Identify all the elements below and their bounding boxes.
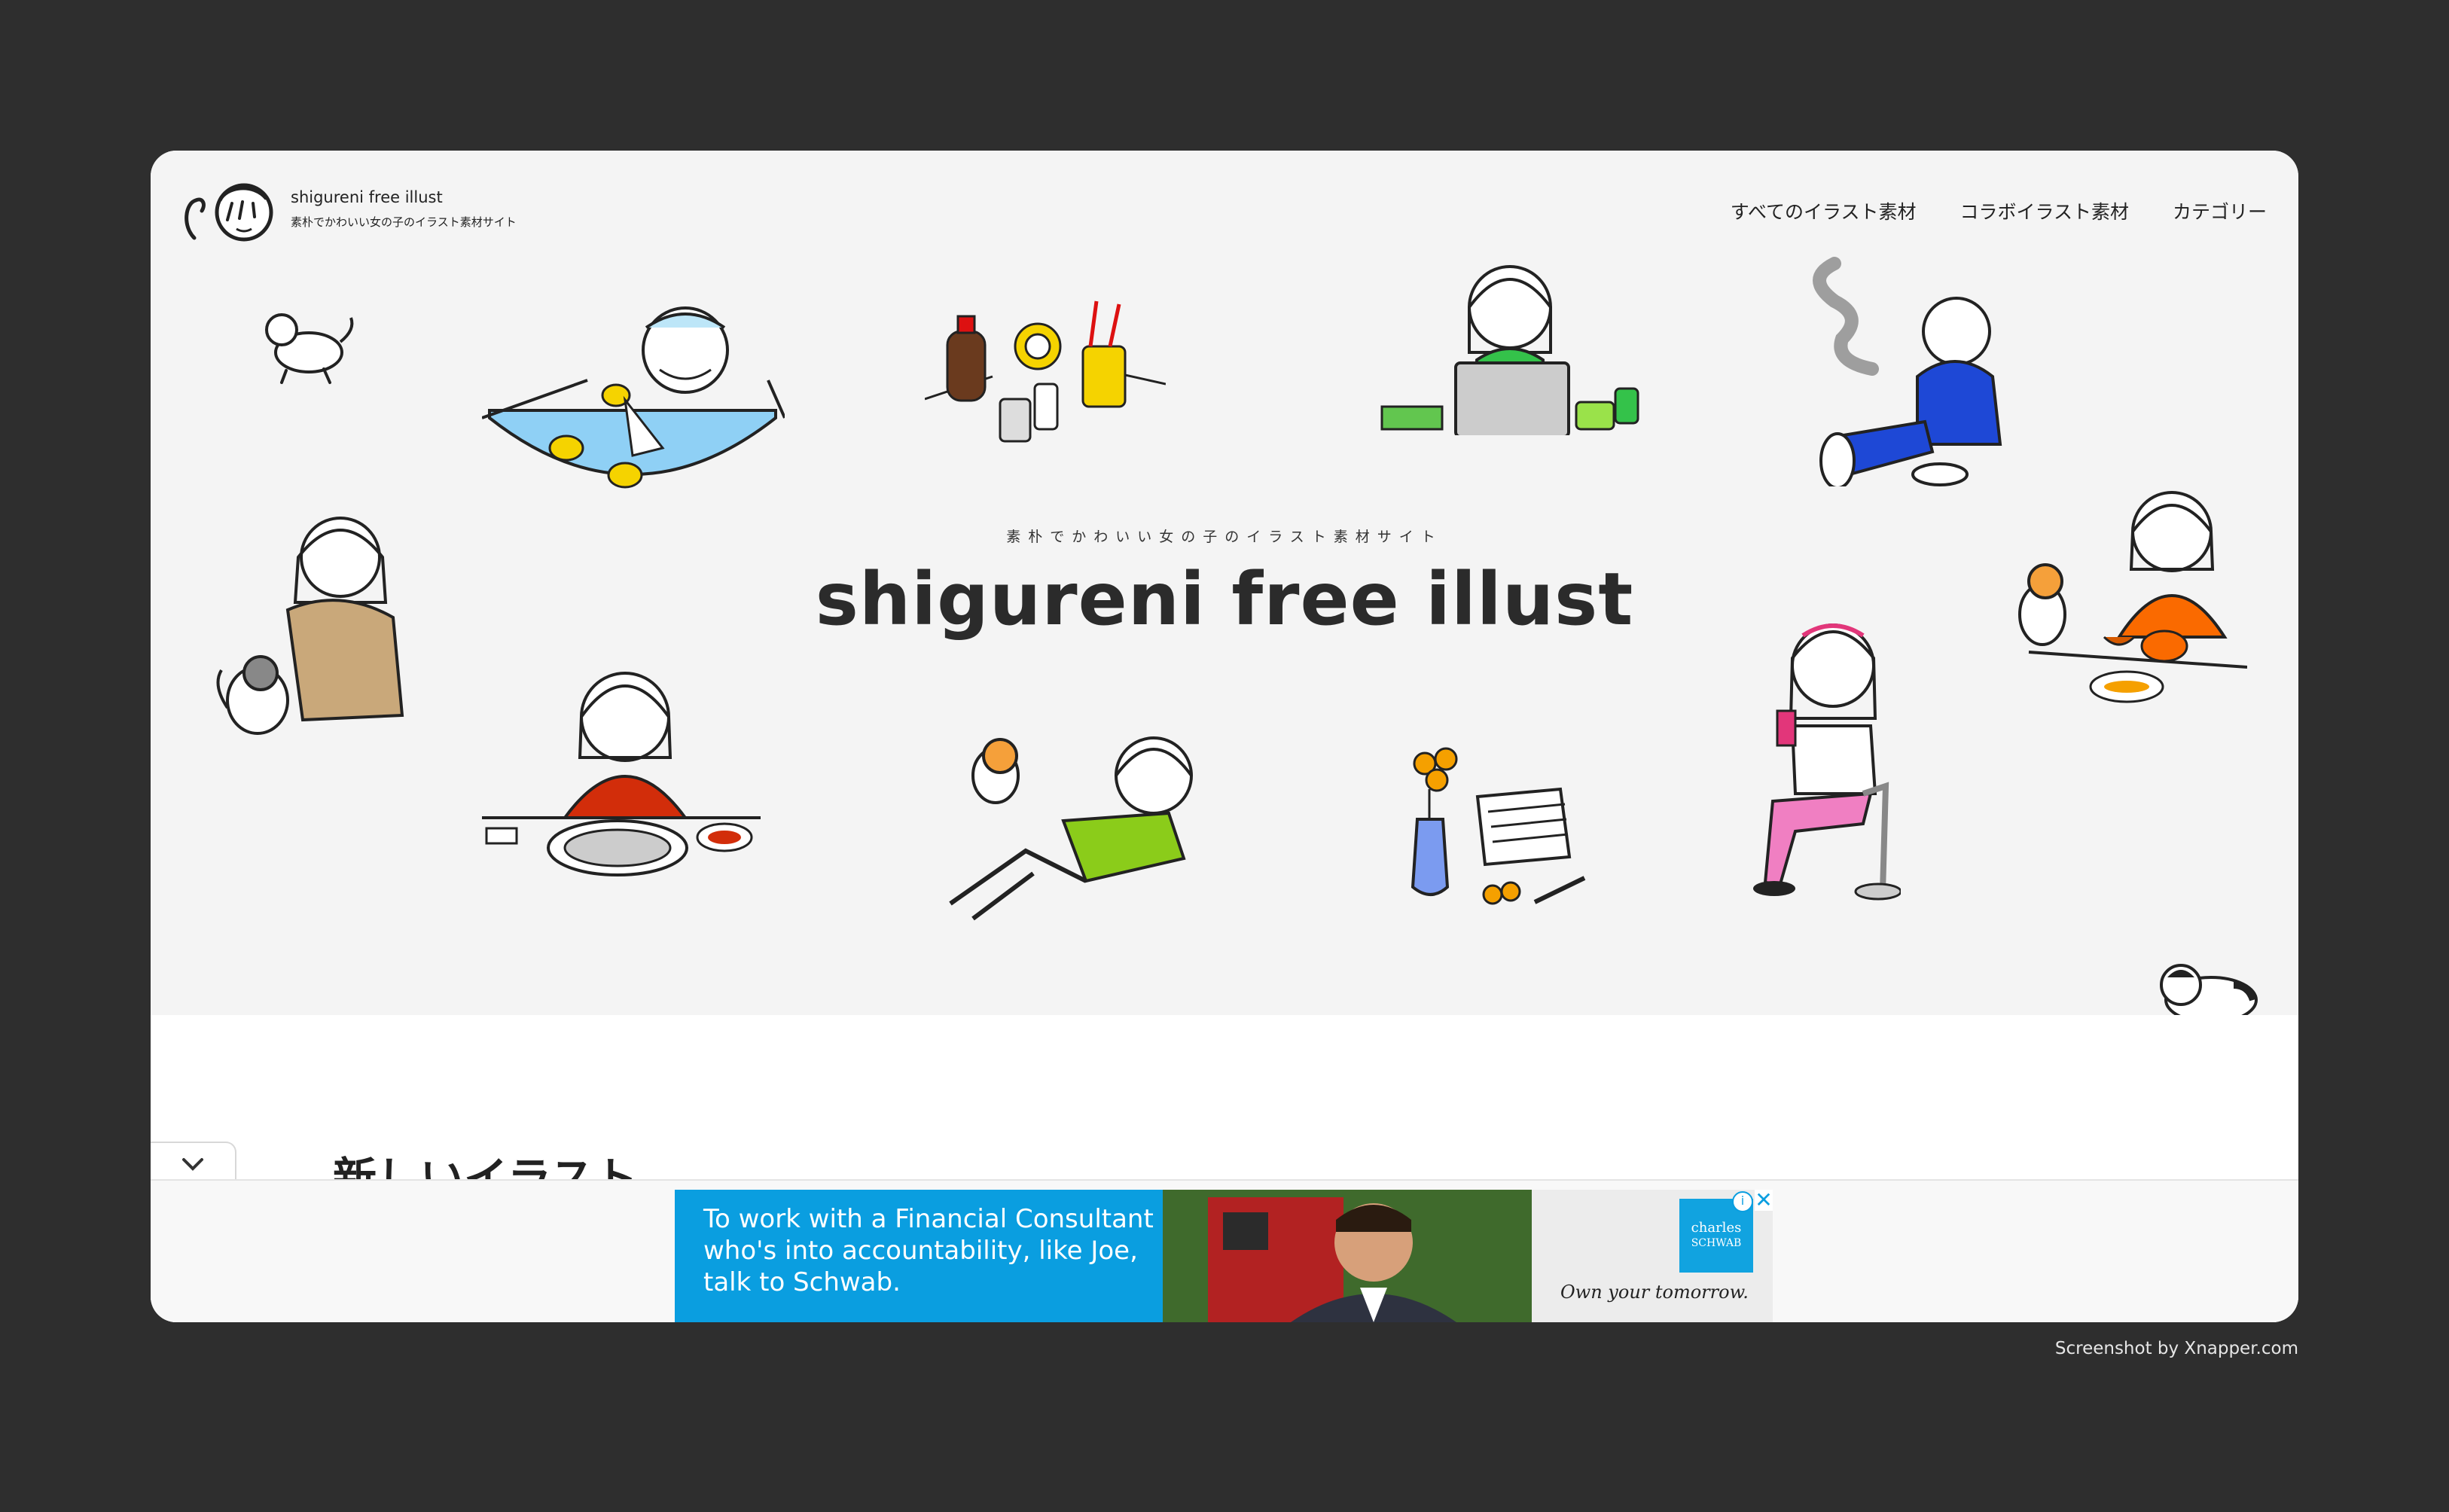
kitchen-items-illustration[interactable]	[925, 294, 1166, 455]
logo-title[interactable]: shigureni free illust	[291, 188, 443, 206]
screenshot-credit: Screenshot by Xnapper.com	[2054, 1339, 2298, 1358]
info-icon[interactable]: i	[1732, 1191, 1753, 1212]
chevron-down-icon	[182, 1158, 203, 1171]
hero-title: shigureni free illust	[815, 557, 1634, 642]
logo-icon[interactable]	[179, 173, 280, 248]
girl-relaxing-cat-illustration[interactable]	[943, 730, 1214, 926]
consultant-photo-image	[1163, 1190, 1532, 1322]
nav-collab-illustrations[interactable]: コラボイラスト素材	[1960, 197, 2129, 224]
girl-yakiniku-illustration[interactable]	[482, 660, 761, 886]
girl-tracksuit-illustration[interactable]	[1804, 248, 2030, 486]
girl-eating-cat-illustration[interactable]	[1999, 486, 2247, 720]
ad-text[interactable]: To work with a Financial Consultant who'…	[675, 1190, 1163, 1322]
cat-lying-illustration[interactable]	[256, 307, 361, 390]
vase-calendar-illustration[interactable]	[1395, 744, 1598, 932]
girl-laptop-illustration[interactable]	[1374, 262, 1645, 435]
nav-all-illustrations[interactable]: すべてのイラスト素材	[1731, 197, 1917, 224]
ad-photo[interactable]	[1163, 1190, 1532, 1322]
logo-subtitle: 素朴でかわいい女の子のイラスト素材サイト	[291, 215, 517, 229]
girl-chair-drink-illustration[interactable]	[1750, 613, 1901, 907]
hero-tagline: 素朴でかわいい女の子のイラスト素材サイト	[1006, 529, 1443, 545]
brand-line-2: SCHWAB	[1691, 1237, 1742, 1249]
girl-knees-cat-illustration[interactable]	[205, 512, 431, 745]
hero-section: shigureni free illust 素朴でかわいい女の子のイラスト素材サ…	[151, 151, 2298, 1024]
nav-categories[interactable]: カテゴリー	[2173, 197, 2267, 224]
close-icon[interactable]: ✕	[1755, 1190, 1773, 1211]
ad-slogan: Own your tomorrow.	[1560, 1282, 1749, 1303]
browser-window: shigureni free illust 素朴でかわいい女の子のイラスト素材サ…	[151, 151, 2298, 1322]
ad-banner[interactable]: To work with a Financial Consultant who'…	[675, 1190, 1773, 1322]
main-nav: すべてのイラスト素材 コラボイラスト素材 カテゴリー	[1731, 197, 2267, 224]
ad-banner-bar: To work with a Financial Consultant who'…	[151, 1179, 2298, 1322]
brand-line-1: charles	[1691, 1220, 1742, 1236]
girl-bath-illustration[interactable]	[482, 305, 785, 520]
ad-brand-panel[interactable]: charles SCHWAB Own your tomorrow. i ✕	[1532, 1190, 1773, 1322]
